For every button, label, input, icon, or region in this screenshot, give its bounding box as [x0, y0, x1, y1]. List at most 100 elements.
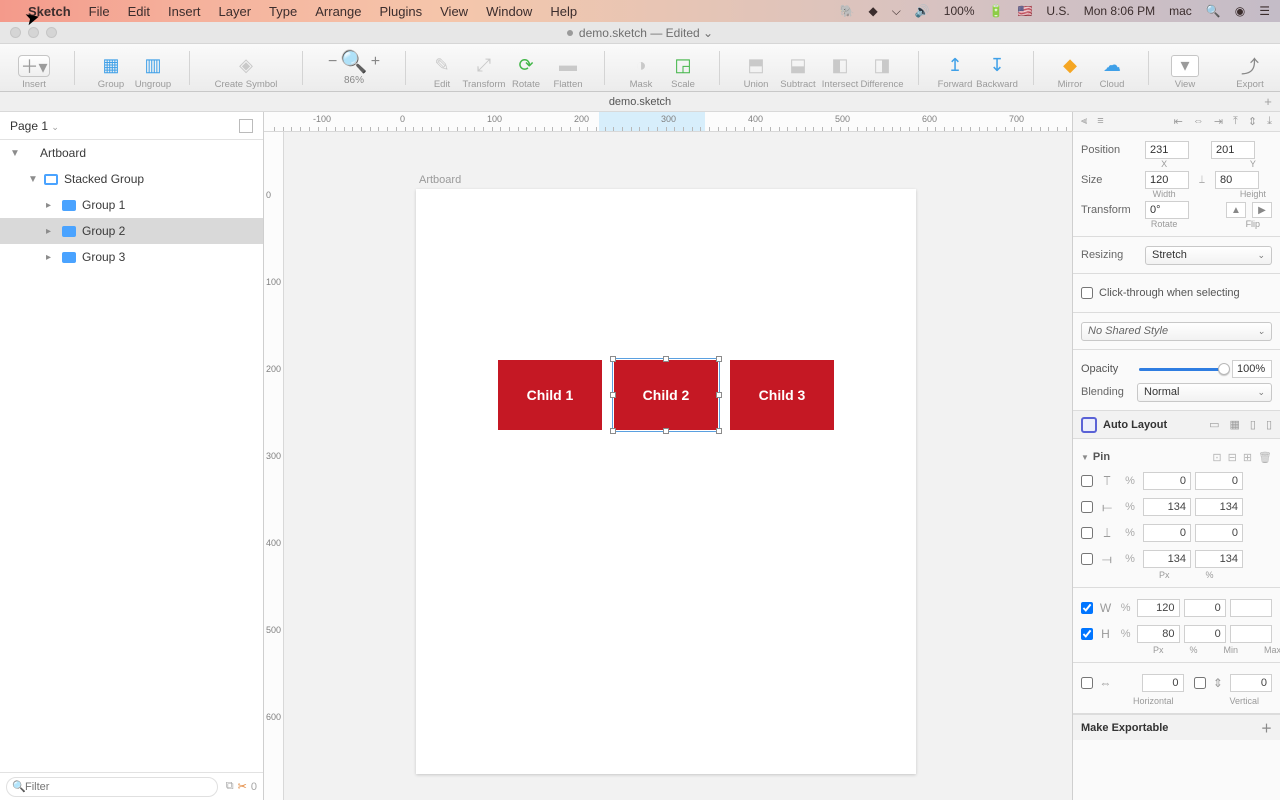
user-name[interactable]: mac: [1169, 4, 1192, 18]
clickthrough-checkbox[interactable]: [1081, 287, 1093, 299]
pin-preset-2[interactable]: ⊟: [1228, 451, 1237, 464]
elephant-icon[interactable]: 🐘: [840, 4, 855, 18]
pin-bottom-value[interactable]: 0: [1143, 524, 1191, 542]
space-h-value[interactable]: 0: [1142, 674, 1184, 692]
pin-top-value2[interactable]: 0: [1195, 472, 1243, 490]
backward-button[interactable]: ↧Backward: [977, 46, 1017, 90]
layer-artboard[interactable]: ▼Artboard: [0, 140, 263, 166]
pin-top-value[interactable]: 0: [1143, 472, 1191, 490]
filter-copy-icon[interactable]: ⧉: [226, 780, 234, 793]
view-button[interactable]: ▾View: [1165, 46, 1205, 90]
diamond-icon[interactable]: ◆: [869, 4, 878, 18]
al-grid-icon[interactable]: ▦: [1229, 418, 1239, 431]
pin-left-value2[interactable]: 134: [1195, 498, 1243, 516]
pin-preset-1[interactable]: ⊡: [1212, 451, 1221, 464]
transform-button[interactable]: ⤢Transform: [464, 46, 504, 90]
ruler-vertical[interactable]: 0100200300400500600: [264, 132, 284, 800]
space-h-check[interactable]: [1081, 677, 1093, 689]
ruler-horizontal[interactable]: -1000100200300400500600700: [264, 112, 1072, 132]
shared-style-select[interactable]: No Shared Style⌄: [1081, 322, 1272, 341]
battery-icon[interactable]: 🔋: [989, 4, 1004, 18]
zoom-in-button[interactable]: +: [371, 53, 380, 71]
artboard[interactable]: Child 1 Child 2 Child 3: [416, 189, 916, 774]
pin-bottom-value2[interactable]: 0: [1195, 524, 1243, 542]
dim-w-max[interactable]: [1230, 599, 1272, 617]
layer-group-2[interactable]: ▸Group 2: [0, 218, 263, 244]
align-h-left-icon[interactable]: ⇤: [1174, 115, 1183, 128]
pages-list-icon[interactable]: [239, 119, 253, 133]
menu-view[interactable]: View: [440, 4, 468, 19]
space-v-check[interactable]: [1194, 677, 1206, 689]
flag-icon[interactable]: 🇺🇸: [1017, 4, 1032, 18]
menu-insert[interactable]: Insert: [168, 4, 201, 19]
menu-help[interactable]: Help: [550, 4, 577, 19]
pin-right-check[interactable]: [1081, 553, 1093, 565]
subtract-button[interactable]: ⬓Subtract: [778, 46, 818, 90]
cloud-button[interactable]: ☁Cloud: [1092, 46, 1132, 90]
blending-select[interactable]: Normal⌄: [1137, 383, 1272, 402]
pin-right-value[interactable]: 134: [1143, 550, 1191, 568]
mirror-button[interactable]: ◆Mirror: [1050, 46, 1090, 90]
group-button[interactable]: ▦Group: [91, 46, 131, 90]
align-v-top-icon[interactable]: ⤒: [1233, 115, 1238, 128]
al-device1-icon[interactable]: ▯: [1250, 418, 1256, 431]
dim-h-value[interactable]: 80: [1137, 625, 1179, 643]
pin-trash-icon[interactable]: 🗑: [1258, 451, 1272, 464]
height-input[interactable]: [1215, 171, 1259, 189]
dim-h-min[interactable]: 0: [1184, 625, 1226, 643]
canvas[interactable]: Artboard Child 1 Child 2 Child 3: [284, 132, 1072, 800]
pin-top-check[interactable]: [1081, 475, 1093, 487]
position-x-input[interactable]: [1145, 141, 1189, 159]
space-v-value[interactable]: 0: [1230, 674, 1272, 692]
artboard-label[interactable]: Artboard: [419, 174, 461, 186]
al-folder-icon[interactable]: ▭: [1209, 418, 1219, 431]
dim-w-value[interactable]: 120: [1137, 599, 1179, 617]
opacity-slider[interactable]: [1139, 368, 1224, 371]
child-1[interactable]: Child 1: [498, 360, 602, 430]
ungroup-button[interactable]: ▥Ungroup: [133, 46, 173, 90]
filter-slice-icon[interactable]: ✂: [238, 780, 247, 793]
align-left-icon[interactable]: ⫷: [1081, 115, 1087, 128]
menu-layer[interactable]: Layer: [219, 4, 252, 19]
make-exportable-button[interactable]: Make Exportable＋: [1073, 714, 1280, 740]
difference-button[interactable]: ◨Difference: [862, 46, 902, 90]
flip-v-button[interactable]: ▶: [1252, 202, 1272, 218]
dim-h-max[interactable]: [1230, 625, 1272, 643]
menu-arrange[interactable]: Arrange: [315, 4, 361, 19]
dim-w-check[interactable]: [1081, 602, 1093, 614]
spotlight-icon[interactable]: 🔍: [1206, 4, 1221, 18]
notifications-icon[interactable]: ☰: [1259, 4, 1270, 18]
menu-type[interactable]: Type: [269, 4, 297, 19]
pin-header[interactable]: Pin: [1081, 451, 1110, 463]
align-v-bottom-icon[interactable]: ⤓: [1267, 115, 1272, 128]
pin-left-check[interactable]: [1081, 501, 1093, 513]
layer-group-1[interactable]: ▸Group 1: [0, 192, 263, 218]
new-tab-button[interactable]: +: [1260, 94, 1276, 110]
pin-right-value2[interactable]: 134: [1195, 550, 1243, 568]
child-3[interactable]: Child 3: [730, 360, 834, 430]
zoom-icon[interactable]: 🔍: [340, 49, 367, 75]
dim-w-min[interactable]: 0: [1184, 599, 1226, 617]
wifi-icon[interactable]: ⌵: [892, 4, 901, 19]
align-center-icon[interactable]: ≡: [1097, 115, 1103, 128]
opacity-input[interactable]: [1232, 360, 1272, 378]
al-device2-icon[interactable]: ▯: [1266, 418, 1272, 431]
pin-left-value[interactable]: 134: [1143, 498, 1191, 516]
volume-icon[interactable]: 🔊: [915, 4, 930, 18]
filter-input[interactable]: [6, 777, 218, 797]
pin-bottom-check[interactable]: [1081, 527, 1093, 539]
clock[interactable]: Mon 8:06 PM: [1084, 4, 1155, 18]
tab-demo[interactable]: demo.sketch: [609, 96, 671, 108]
flip-h-button[interactable]: ▲: [1226, 202, 1246, 218]
menu-window[interactable]: Window: [486, 4, 532, 19]
insert-button[interactable]: ＋▾ Insert: [10, 46, 58, 90]
layer-stacked-group[interactable]: ▼Stacked Group: [0, 166, 263, 192]
create-symbol-button[interactable]: ◈Create Symbol: [206, 46, 286, 90]
mask-button[interactable]: ◑Mask: [621, 46, 661, 90]
scale-button[interactable]: ◲Scale: [663, 46, 703, 90]
position-y-input[interactable]: [1211, 141, 1255, 159]
intersect-button[interactable]: ◧Intersect: [820, 46, 860, 90]
forward-button[interactable]: ↥Forward: [935, 46, 975, 90]
pages-dropdown[interactable]: Page 1 ⌄: [0, 112, 263, 140]
layer-group-3[interactable]: ▸Group 3: [0, 244, 263, 270]
